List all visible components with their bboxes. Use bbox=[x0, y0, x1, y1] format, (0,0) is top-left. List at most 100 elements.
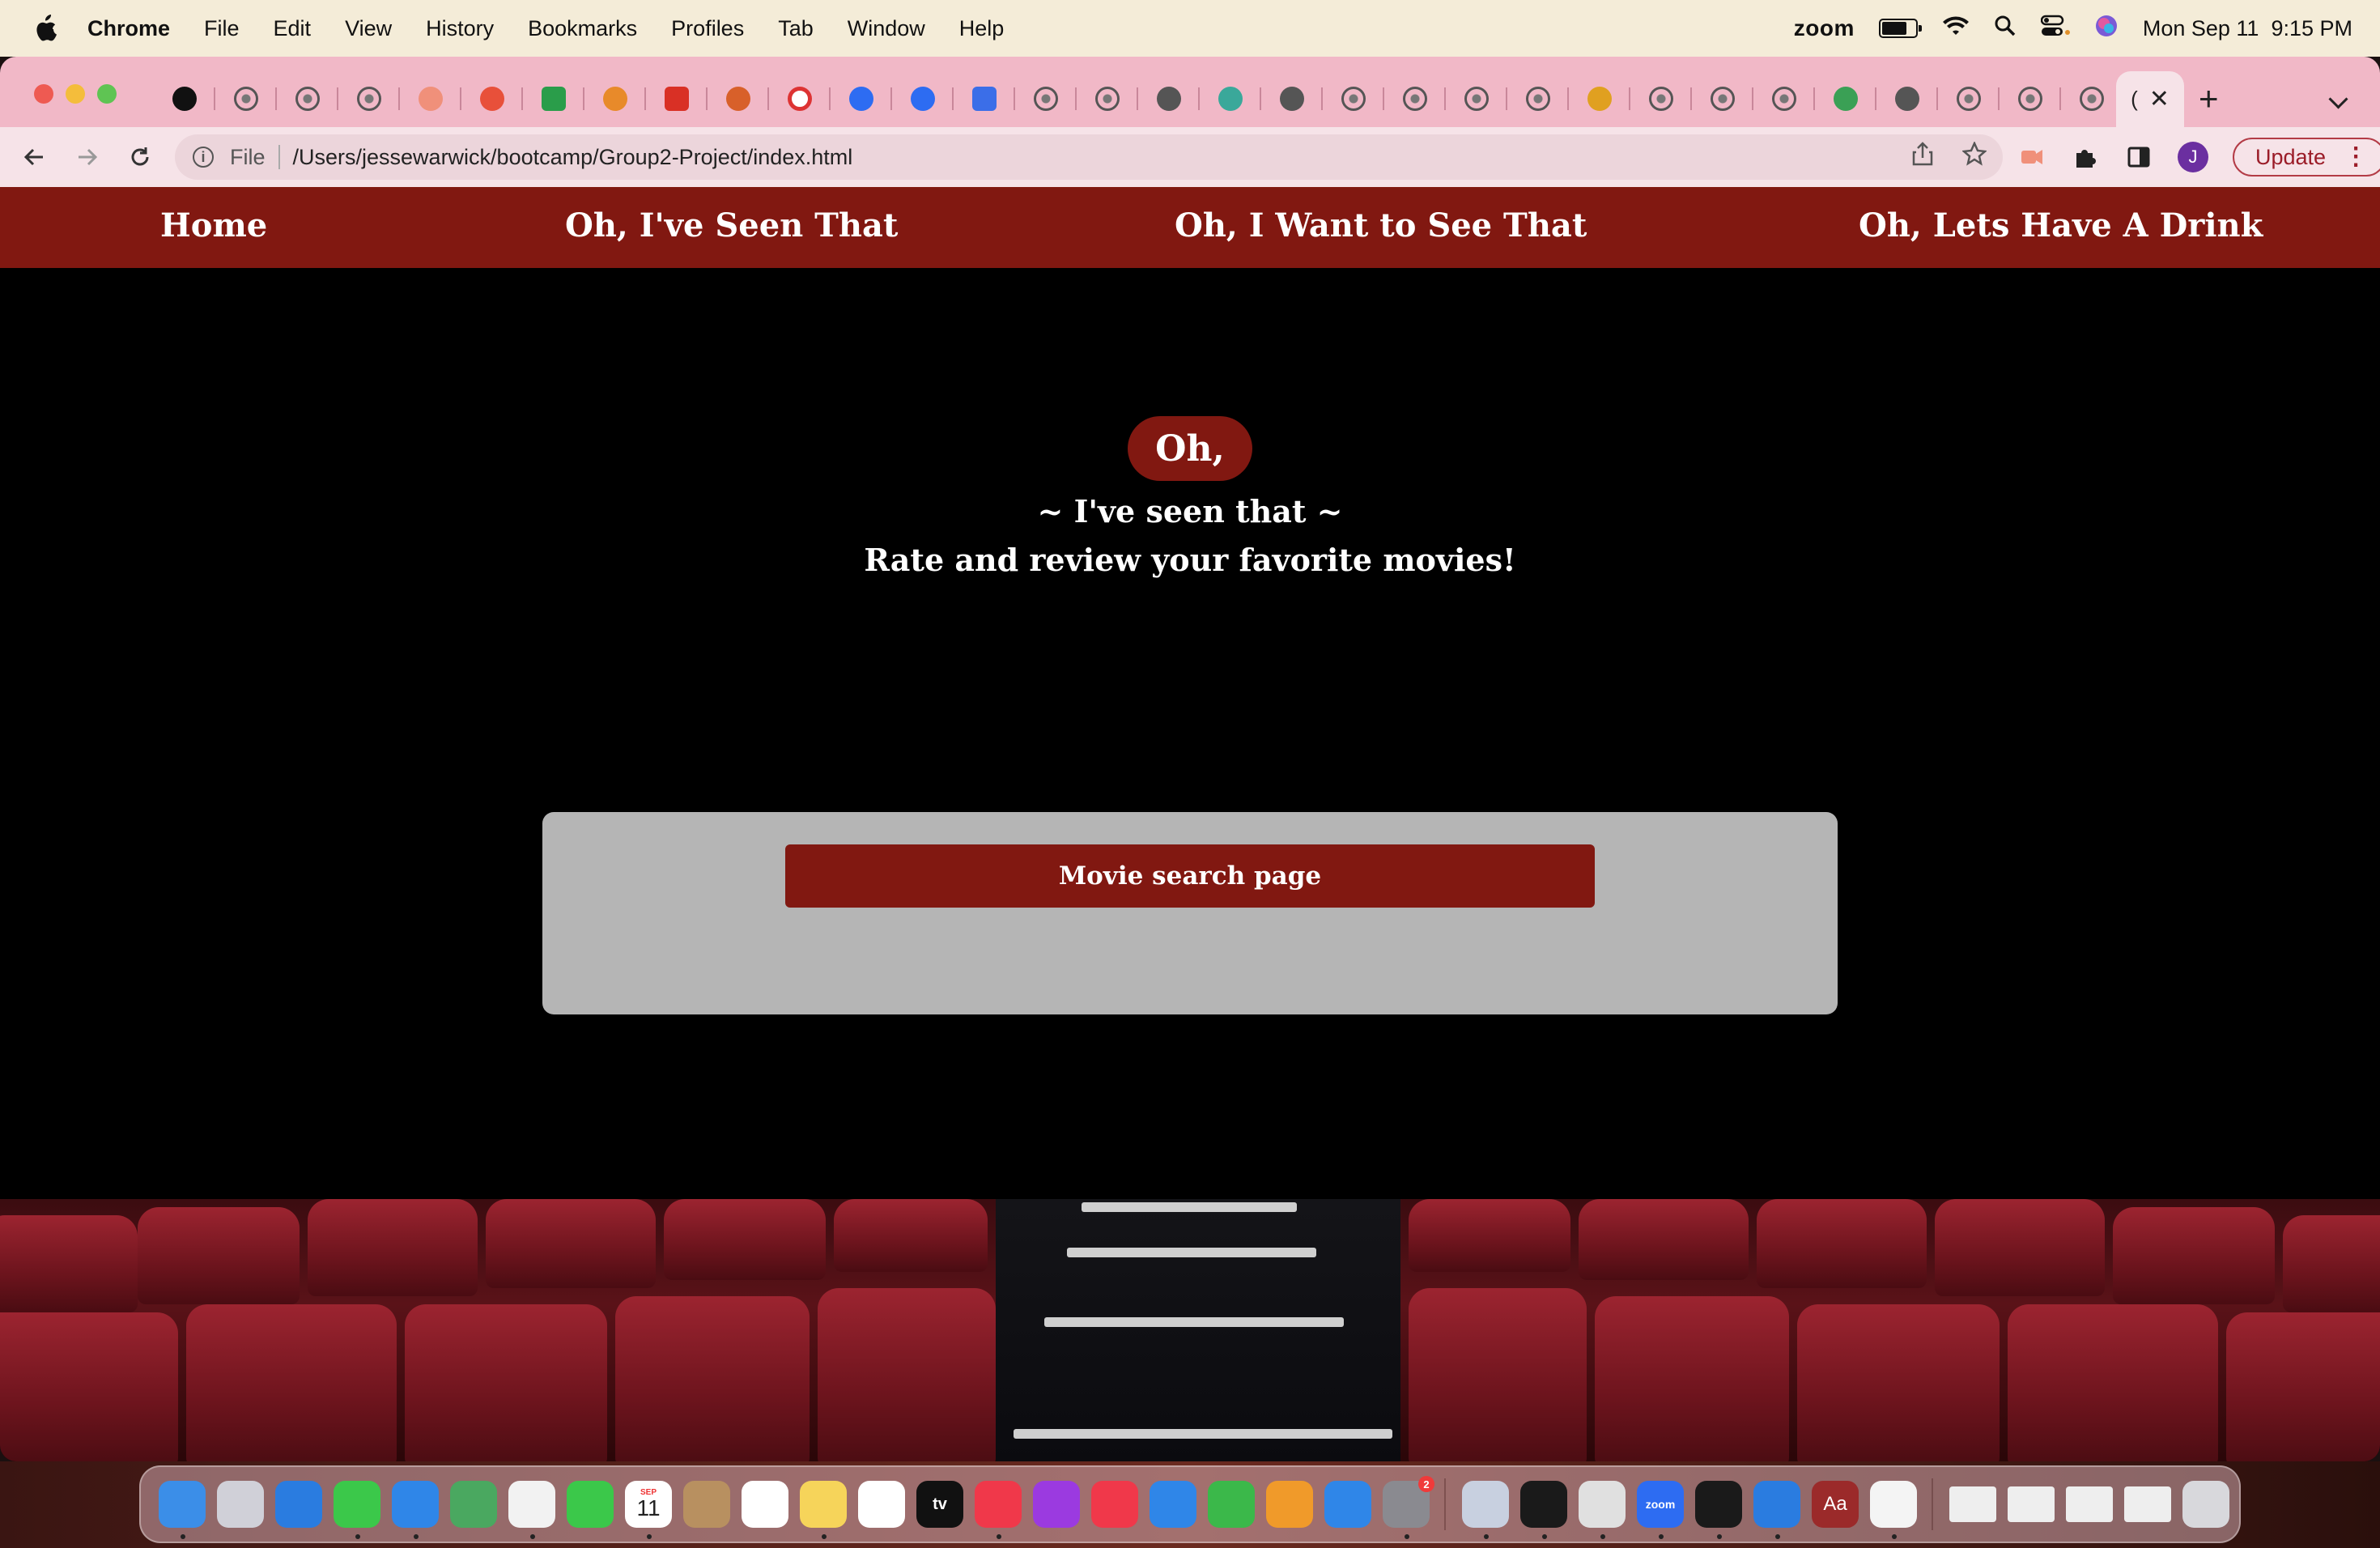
tab[interactable] bbox=[1261, 81, 1323, 117]
menu-history[interactable]: History bbox=[426, 16, 494, 41]
share-icon[interactable] bbox=[1912, 142, 1933, 172]
battery-icon[interactable] bbox=[1878, 19, 1922, 38]
zoom-status-item[interactable]: zoom bbox=[1794, 15, 1855, 41]
tab[interactable] bbox=[1200, 81, 1261, 117]
kebab-menu-icon[interactable]: ⋮ bbox=[2344, 145, 2368, 169]
minimized-window-thumbnail[interactable] bbox=[2124, 1486, 2171, 1522]
dock-terminal-icon[interactable] bbox=[1520, 1481, 1567, 1539]
dock-numbers-icon[interactable] bbox=[1208, 1481, 1255, 1528]
dock-activity-monitor-icon[interactable] bbox=[1695, 1481, 1742, 1539]
tab[interactable] bbox=[215, 81, 277, 117]
tab[interactable] bbox=[708, 81, 769, 117]
dock-notes-icon[interactable] bbox=[800, 1481, 847, 1539]
tab[interactable] bbox=[1815, 81, 1876, 117]
dock-keynote-icon[interactable] bbox=[1150, 1481, 1196, 1528]
close-window-button[interactable] bbox=[34, 84, 53, 104]
tab[interactable] bbox=[954, 81, 1015, 117]
siri-icon[interactable] bbox=[2094, 14, 2119, 44]
dock-apple-tv-icon[interactable]: tv bbox=[916, 1481, 963, 1528]
menu-window[interactable]: Window bbox=[848, 16, 925, 41]
tab-search-chevron-icon[interactable] bbox=[2328, 89, 2348, 109]
tab[interactable] bbox=[338, 81, 400, 117]
menu-view[interactable]: View bbox=[345, 16, 392, 41]
dock-photos-icon[interactable] bbox=[508, 1481, 555, 1539]
dock-safari-icon[interactable] bbox=[275, 1481, 322, 1528]
nav-link-drink[interactable]: Oh, Lets Have A Drink bbox=[1859, 206, 2263, 245]
dock-facetime-icon[interactable] bbox=[567, 1481, 614, 1528]
extensions-puzzle-icon[interactable] bbox=[2071, 142, 2100, 172]
back-button[interactable] bbox=[18, 141, 50, 173]
dock-news-icon[interactable] bbox=[1091, 1481, 1138, 1528]
minimized-window-thumbnail[interactable] bbox=[2066, 1486, 2113, 1522]
tab[interactable] bbox=[523, 81, 584, 117]
dock-contacts-icon[interactable] bbox=[683, 1481, 730, 1528]
tab[interactable] bbox=[831, 81, 892, 117]
menu-file[interactable]: File bbox=[204, 16, 240, 41]
control-center-icon[interactable] bbox=[2040, 15, 2070, 43]
minimized-window-thumbnail[interactable] bbox=[1949, 1486, 1996, 1522]
zoom-window-button[interactable] bbox=[97, 84, 117, 104]
tab[interactable] bbox=[154, 81, 215, 117]
dock-music-icon[interactable] bbox=[975, 1481, 1022, 1539]
tab[interactable] bbox=[1077, 81, 1138, 117]
dock-system-settings-icon[interactable]: 2 bbox=[1383, 1476, 1434, 1539]
screencast-extension-icon[interactable] bbox=[2017, 142, 2046, 172]
new-tab-button[interactable]: + bbox=[2199, 81, 2219, 117]
tab[interactable] bbox=[584, 81, 646, 117]
dock-maps-icon[interactable] bbox=[450, 1481, 497, 1528]
menu-profiles[interactable]: Profiles bbox=[671, 16, 744, 41]
tab[interactable] bbox=[646, 81, 708, 117]
dock-dictionary-icon[interactable]: Aa bbox=[1812, 1481, 1859, 1528]
dock-chrome-icon[interactable] bbox=[1579, 1481, 1626, 1539]
side-panel-icon[interactable] bbox=[2124, 142, 2153, 172]
tab[interactable] bbox=[1692, 81, 1753, 117]
dock-freeform-icon[interactable] bbox=[858, 1481, 905, 1528]
apple-icon[interactable] bbox=[31, 13, 58, 44]
tab[interactable] bbox=[769, 81, 831, 117]
address-url[interactable]: /Users/jessewarwick/bootcamp/Group2-Proj… bbox=[293, 145, 853, 170]
wifi-icon[interactable] bbox=[1942, 15, 1970, 42]
profile-avatar[interactable]: J bbox=[2178, 142, 2208, 172]
forward-button[interactable] bbox=[71, 141, 104, 173]
minimized-window-thumbnail[interactable] bbox=[2008, 1486, 2055, 1522]
spotlight-search-icon[interactable] bbox=[1994, 15, 2017, 43]
tab[interactable] bbox=[1138, 81, 1200, 117]
menu-app-name[interactable]: Chrome bbox=[87, 16, 170, 41]
update-button[interactable]: Update ⋮ bbox=[2233, 138, 2380, 176]
tab[interactable] bbox=[277, 81, 338, 117]
menu-bookmarks[interactable]: Bookmarks bbox=[528, 16, 637, 41]
active-tab[interactable]: ( ✕ bbox=[2116, 71, 2184, 127]
menu-clock[interactable]: Mon Sep 11 9:15 PM bbox=[2143, 16, 2352, 41]
dock-pages-icon[interactable] bbox=[1266, 1481, 1313, 1528]
tab[interactable] bbox=[1507, 81, 1569, 117]
dock-launchpad-icon[interactable] bbox=[217, 1481, 264, 1528]
close-tab-icon[interactable]: ✕ bbox=[2149, 85, 2170, 113]
nav-link-home[interactable]: Home bbox=[160, 206, 267, 245]
dock-preview-icon[interactable] bbox=[1462, 1481, 1509, 1539]
tab[interactable] bbox=[1384, 81, 1446, 117]
minimize-window-button[interactable] bbox=[66, 84, 85, 104]
dock-messages-icon[interactable] bbox=[334, 1481, 380, 1539]
dock-vscode-icon[interactable] bbox=[1753, 1481, 1800, 1539]
tab[interactable] bbox=[1015, 81, 1077, 117]
dock-slack-icon[interactable] bbox=[1870, 1481, 1917, 1539]
tab[interactable] bbox=[1446, 81, 1507, 117]
address-bar[interactable]: i File /Users/jessewarwick/bootcamp/Grou… bbox=[175, 134, 2003, 180]
menu-tab[interactable]: Tab bbox=[778, 16, 814, 41]
tab[interactable] bbox=[1569, 81, 1630, 117]
tab[interactable] bbox=[1938, 81, 2000, 117]
bookmark-star-icon[interactable] bbox=[1961, 140, 1987, 172]
tab[interactable] bbox=[2000, 81, 2061, 117]
tab[interactable] bbox=[1630, 81, 1692, 117]
menu-edit[interactable]: Edit bbox=[274, 16, 312, 41]
nav-link-seen[interactable]: Oh, I've Seen That bbox=[565, 206, 898, 245]
reload-button[interactable] bbox=[124, 141, 156, 173]
nav-link-want-to-see[interactable]: Oh, I Want to See That bbox=[1175, 206, 1587, 245]
tab[interactable] bbox=[1876, 81, 1938, 117]
tab[interactable] bbox=[1323, 81, 1384, 117]
tab[interactable] bbox=[461, 81, 523, 117]
tab[interactable] bbox=[892, 81, 954, 117]
dock-zoom-icon[interactable]: zoom bbox=[1637, 1481, 1684, 1539]
dock-trash-icon[interactable] bbox=[2182, 1481, 2229, 1528]
tab[interactable] bbox=[1753, 81, 1815, 117]
